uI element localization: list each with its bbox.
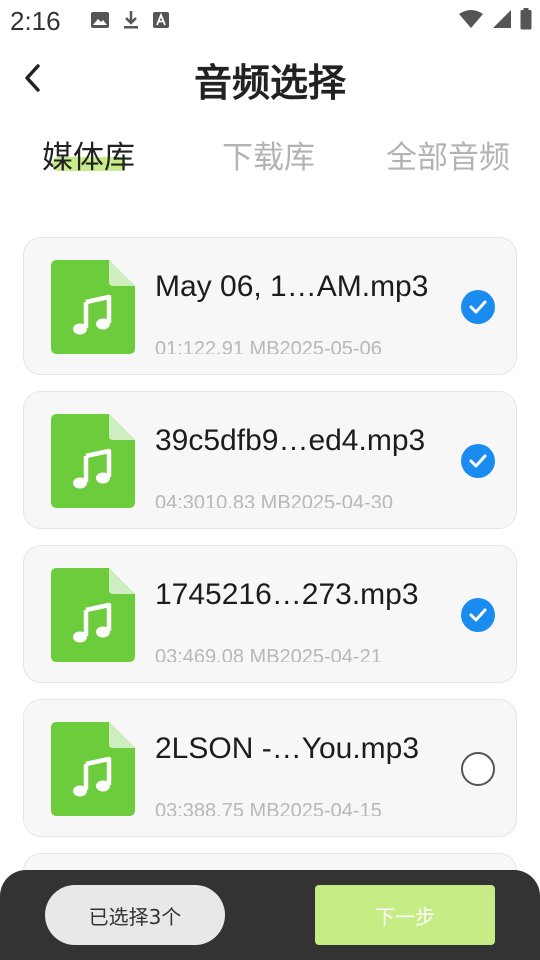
status-time: 2:16 xyxy=(10,6,61,36)
audio-select-screen: 2:16 音频选择 媒体库 下载库 全部音频 May 06, 1…AM.mp3 … xyxy=(0,0,540,960)
audio-file-icon xyxy=(51,260,135,354)
file-name: 1745216…273.mp3 xyxy=(155,578,419,611)
battery-icon xyxy=(520,8,532,30)
file-name: 39c5dfb9…ed4.mp3 xyxy=(155,424,426,457)
bottom-action-bar: 已选择3个 下一步 xyxy=(0,870,540,960)
checkmark-icon xyxy=(469,300,487,314)
selection-checkbox[interactable] xyxy=(461,598,495,632)
tab-media-library[interactable]: 媒体库 xyxy=(42,132,135,177)
source-tabs: 媒体库 下载库 全部音频 xyxy=(0,132,540,182)
audio-file-icon xyxy=(51,568,135,662)
selected-count-button[interactable]: 已选择3个 xyxy=(45,885,225,945)
file-meta: 03:469.08 MB2025-04-21 xyxy=(155,646,382,662)
list-item[interactable]: May 06, 1…AM.mp3 01:122.91 MB2025-05-06 xyxy=(23,237,517,375)
system-icons xyxy=(458,8,532,30)
page-title: 音频选择 xyxy=(193,61,346,105)
wifi-icon xyxy=(459,10,483,28)
list-item[interactable]: 39c5dfb9…ed4.mp3 04:3010.83 MB2025-04-30 xyxy=(23,391,517,529)
status-bar: 2:16 xyxy=(0,0,540,44)
notification-icons xyxy=(90,10,170,30)
file-meta: 03:388.75 MB2025-04-15 xyxy=(155,800,382,816)
audio-file-icon xyxy=(51,414,135,508)
checkmark-icon xyxy=(469,454,487,468)
list-item[interactable]: 2LSON -…You.mp3 03:388.75 MB2025-04-15 xyxy=(23,699,517,837)
file-name: May 06, 1…AM.mp3 xyxy=(155,270,429,303)
text-a-icon xyxy=(153,12,169,28)
audio-file-list: May 06, 1…AM.mp3 01:122.91 MB2025-05-06 … xyxy=(23,237,517,960)
audio-file-icon xyxy=(51,722,135,816)
image-icon xyxy=(91,12,109,28)
file-meta: 01:122.91 MB2025-05-06 xyxy=(155,338,382,354)
tab-all-audio[interactable]: 全部音频 xyxy=(386,132,510,177)
tab-download-library[interactable]: 下载库 xyxy=(222,132,315,177)
checkmark-icon xyxy=(469,608,487,622)
file-name: 2LSON -…You.mp3 xyxy=(155,732,420,765)
selection-checkbox[interactable] xyxy=(461,290,495,324)
selection-checkbox[interactable] xyxy=(461,444,495,478)
selection-checkbox[interactable] xyxy=(461,752,495,786)
download-icon xyxy=(124,11,138,29)
list-item[interactable]: 1745216…273.mp3 03:469.08 MB2025-04-21 xyxy=(23,545,517,683)
next-step-button[interactable]: 下一步 xyxy=(315,885,495,945)
signal-icon xyxy=(493,10,511,28)
file-meta: 04:3010.83 MB2025-04-30 xyxy=(155,492,393,508)
